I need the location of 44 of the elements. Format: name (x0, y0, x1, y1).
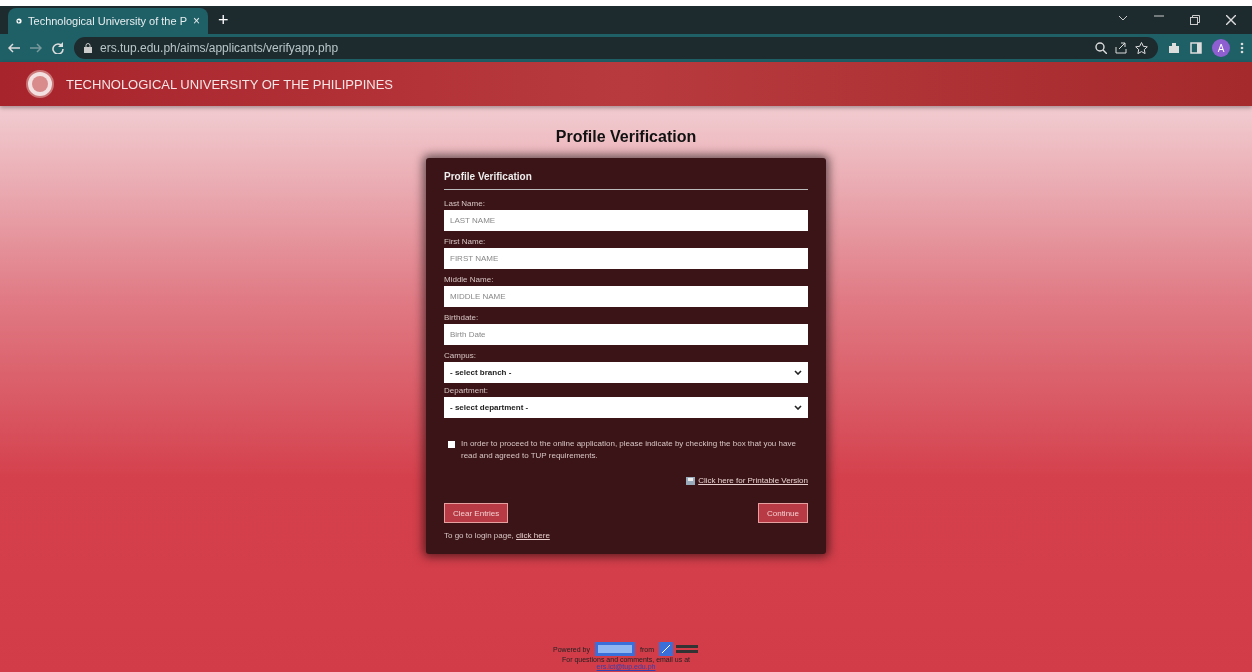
field-label: Campus: (444, 351, 477, 360)
checkbox[interactable] (448, 441, 455, 448)
chevron-down-icon (794, 405, 802, 410)
login-note: To go to login page, click here (444, 531, 551, 540)
tab-close-button[interactable]: × (193, 14, 200, 28)
new-tab-button[interactable]: + (218, 9, 229, 31)
chevron-down-icon[interactable] (1118, 15, 1128, 21)
printer-icon (686, 476, 696, 485)
share-icon[interactable] (1115, 42, 1127, 54)
university-seal-icon (26, 70, 54, 98)
text-field[interactable]: FIRST NAME (444, 248, 808, 269)
close-icon[interactable] (1226, 15, 1236, 25)
field-label: Department: (444, 386, 490, 395)
dropdown[interactable]: - select branch - (444, 362, 808, 383)
text-field[interactable]: MIDDLE NAME (444, 286, 808, 307)
field-label: Birthdate: (444, 313, 480, 322)
field-label: Last Name: (444, 199, 486, 208)
printable-version-link[interactable]: Click here for Printable Version (698, 476, 808, 485)
page-title: Profile Verification (555, 128, 697, 146)
star-icon[interactable] (1135, 42, 1148, 54)
agreement-text: In order to proceed to the online application, please indicate by checking the box that you have read and agreed to TUP requirements. (461, 438, 797, 462)
browser-tab[interactable]: Technological University of the P × (8, 8, 208, 34)
url-text: ers.tup.edu.ph/aims/applicants/verifyapp.php (100, 41, 340, 55)
restore-icon[interactable] (1190, 15, 1200, 25)
site-title: TECHNOLOGICAL UNIVERSITY OF THE PHILIPPINES (66, 76, 393, 92)
field-label: First Name: (444, 237, 487, 246)
clear-entries-button[interactable]: Clear Entries (444, 503, 509, 523)
dropdown[interactable]: - select department - (444, 397, 808, 418)
address-bar[interactable]: ers.tup.edu.ph/aims/applicants/verifyapp.php (74, 37, 1158, 59)
continue-button[interactable]: Continue (757, 503, 808, 523)
chevron-down-icon (794, 370, 802, 375)
profile-avatar[interactable]: A (1212, 39, 1230, 57)
tab-title: Technological University of the P (28, 15, 187, 27)
reload-icon[interactable] (52, 42, 64, 54)
lock-icon (84, 43, 92, 53)
text-field[interactable]: LAST NAME (444, 210, 808, 231)
field-label: Middle Name: (444, 275, 495, 284)
text-field[interactable]: Birth Date (444, 324, 808, 345)
menu-icon[interactable] (1240, 42, 1244, 54)
side-panel-icon[interactable] (1190, 42, 1202, 54)
zoom-icon[interactable] (1095, 42, 1107, 54)
form-title: Profile Verification (444, 168, 808, 190)
back-icon[interactable] (8, 43, 20, 53)
login-link[interactable]: click here (516, 531, 550, 540)
